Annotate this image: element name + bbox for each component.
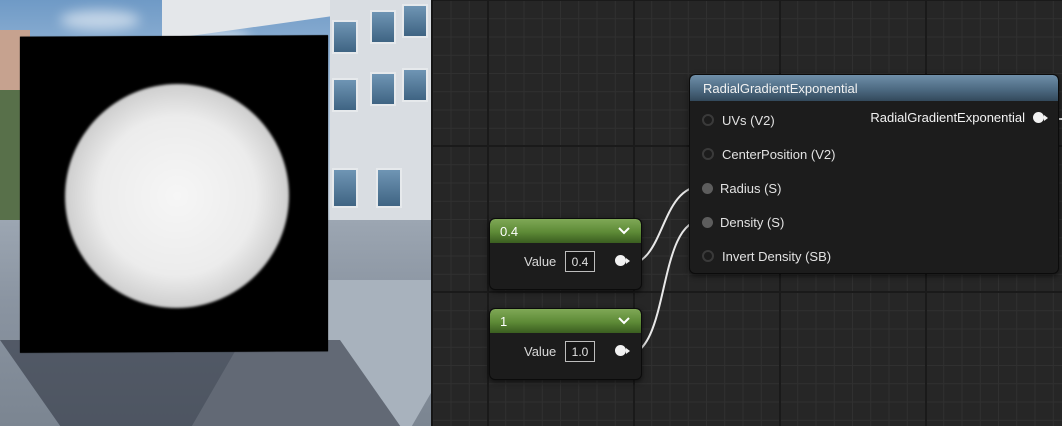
node-header[interactable]: RadialGradientExponential <box>690 75 1058 101</box>
pin-empty-icon[interactable] <box>702 250 714 262</box>
pin-filled-icon[interactable] <box>702 216 713 228</box>
node-body: Value 1.0 <box>490 333 641 371</box>
node-header[interactable]: 0.4 <box>490 219 641 243</box>
building-window <box>332 78 358 112</box>
background-tree <box>0 90 22 220</box>
building-window <box>402 68 428 102</box>
output-pin-radialgradient[interactable]: RadialGradientExponential <box>870 110 1048 125</box>
pin-filled-icon[interactable] <box>702 182 713 194</box>
node-title: 0.4 <box>500 223 519 239</box>
pin-filled-icon[interactable] <box>615 345 630 356</box>
pin-empty-icon[interactable] <box>702 148 714 160</box>
chevron-down-icon[interactable] <box>617 224 631 238</box>
pin-filled-icon[interactable] <box>1033 112 1048 123</box>
constant-node-density[interactable]: 1 Value 1.0 <box>489 308 642 380</box>
pin-label: CenterPosition (V2) <box>722 146 836 162</box>
node-header[interactable]: 1 <box>490 309 641 333</box>
constant-node-radius[interactable]: 0.4 Value 0.4 <box>489 218 642 290</box>
material-graph-editor[interactable]: RadialGradientExponential UVs (V2) Cente… <box>431 0 1062 426</box>
chevron-down-icon[interactable] <box>617 314 631 328</box>
building-window <box>370 10 396 44</box>
pin-label: UVs (V2) <box>722 112 775 128</box>
preview-plane <box>20 35 328 353</box>
pin-filled-icon[interactable] <box>615 255 630 266</box>
input-pin-centerposition[interactable]: CenterPosition (V2) <box>690 144 835 164</box>
input-pin-invert-density[interactable]: Invert Density (SB) <box>690 246 831 266</box>
pin-label: Radius (S) <box>720 180 782 196</box>
plane-shadow <box>0 340 411 426</box>
building-window <box>332 168 358 208</box>
building-window <box>376 168 402 208</box>
pin-empty-icon[interactable] <box>702 114 714 126</box>
input-pin-density[interactable]: Density (S) <box>690 212 784 232</box>
background-building <box>330 0 431 225</box>
building-window <box>370 72 396 106</box>
building-window <box>332 20 358 54</box>
input-pin-uvs[interactable]: UVs (V2) <box>690 110 775 130</box>
node-title: RadialGradientExponential <box>703 80 858 96</box>
node-title: 1 <box>500 313 508 329</box>
node-body: Value 0.4 <box>490 243 641 281</box>
sky-cloud <box>60 10 140 30</box>
radial-gradient-exponential-node[interactable]: RadialGradientExponential UVs (V2) Cente… <box>689 74 1059 274</box>
input-pin-radius[interactable]: Radius (S) <box>690 178 781 198</box>
radial-gradient-preview <box>65 83 289 309</box>
value-label: Value <box>524 254 557 269</box>
pin-label: Invert Density (SB) <box>722 248 832 264</box>
material-preview-viewport[interactable] <box>0 0 431 426</box>
value-field[interactable]: 1.0 <box>565 341 595 362</box>
building-window <box>402 4 428 38</box>
pin-label: Density (S) <box>720 214 785 230</box>
value-field[interactable]: 0.4 <box>565 251 595 272</box>
value-label: Value <box>524 344 557 359</box>
output-label: RadialGradientExponential <box>870 110 1025 125</box>
